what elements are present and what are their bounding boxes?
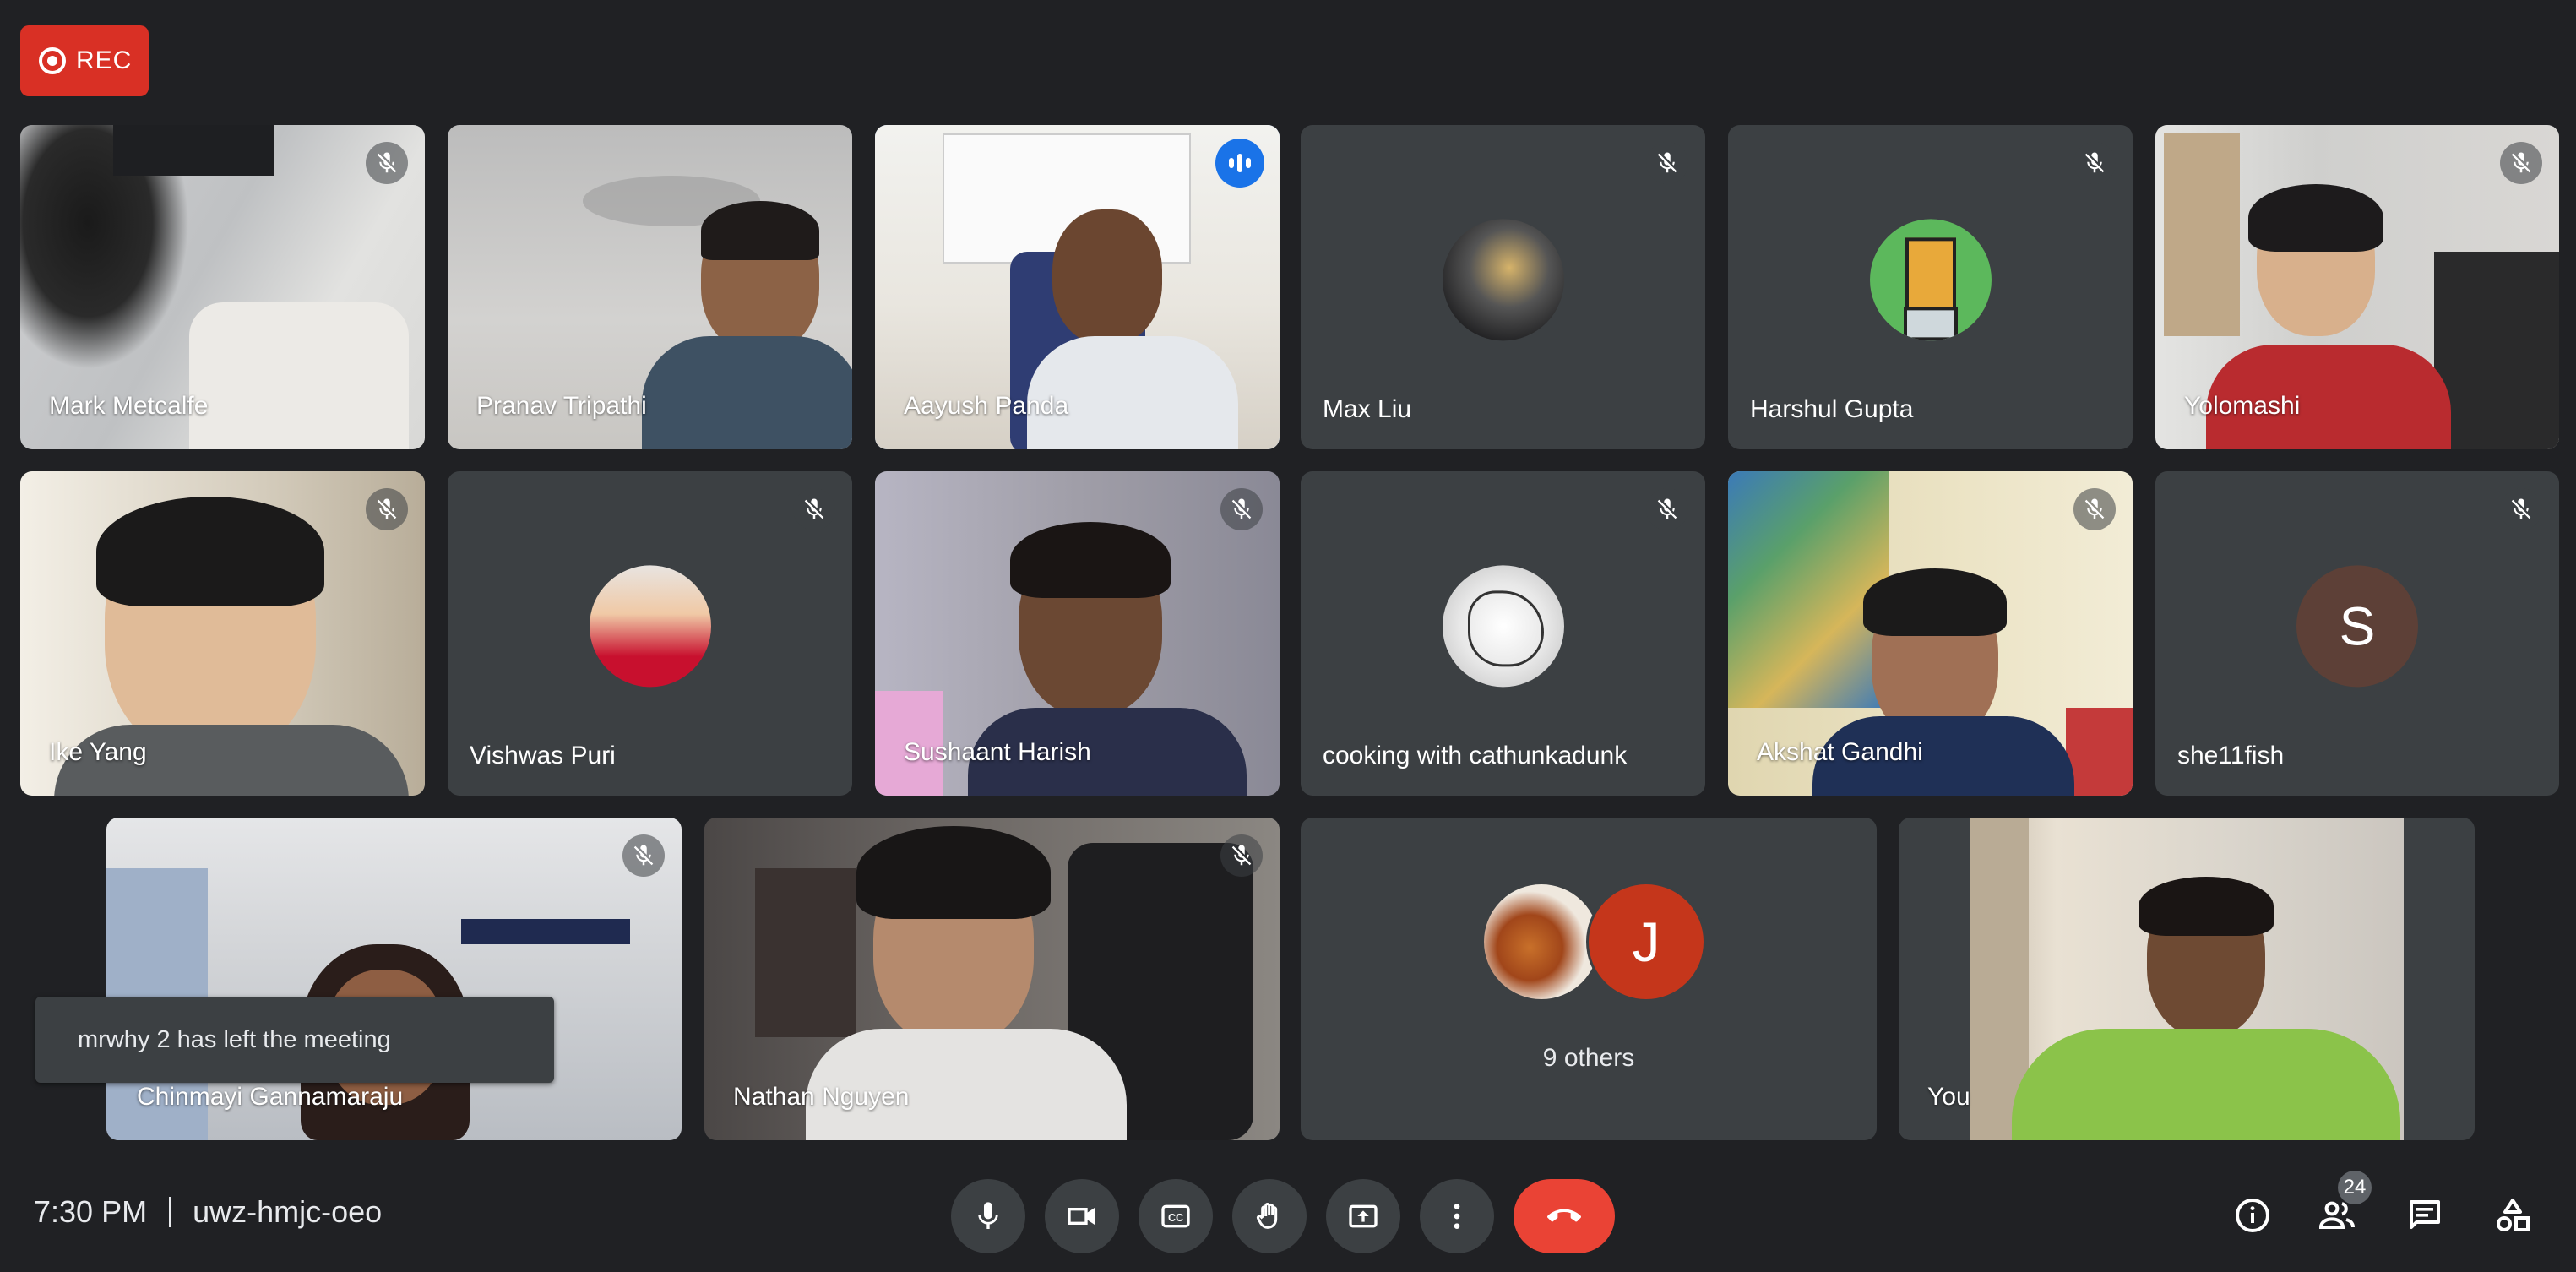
- activities-icon: [2497, 1199, 2530, 1231]
- others-avatar-group: J: [1481, 882, 1709, 1002]
- notification-toast: mrwhy 2 has left the meeting: [35, 997, 554, 1083]
- mic-off-icon: [366, 142, 408, 184]
- chat-icon: [2410, 1200, 2440, 1229]
- camera-icon: [1068, 1208, 1095, 1225]
- participant-count-badge: 24: [2338, 1171, 2372, 1204]
- participant-tile-yolomashi[interactable]: Yolomashi: [2155, 125, 2559, 449]
- participant-name: Pranav Tripathi: [476, 392, 647, 420]
- participant-name: Yolomashi: [2184, 392, 2301, 420]
- avatar: [1442, 565, 1564, 688]
- chat-button[interactable]: [2397, 1188, 2453, 1243]
- participant-name: Vishwas Puri: [470, 742, 616, 769]
- mic-off-icon: [622, 834, 665, 877]
- divider: [169, 1197, 171, 1227]
- participant-name: Sushaant Harish: [904, 738, 1091, 766]
- others-count-label: 9 others: [1542, 1044, 1635, 1072]
- avatar: [1481, 882, 1601, 1002]
- mic-off-icon: [1646, 142, 1688, 184]
- present-screen-icon: [1349, 1204, 1378, 1228]
- present-button[interactable]: [1326, 1179, 1400, 1253]
- participant-name: cooking with cathunkadunk: [1323, 742, 1628, 769]
- participant-tile-nathan-nguyen[interactable]: Nathan Nguyen: [704, 818, 1280, 1140]
- participant-tile-vishwas-puri[interactable]: Vishwas Puri: [448, 471, 852, 796]
- meeting-info: 7:30 PM uwz-hmjc-oeo: [34, 1194, 382, 1230]
- captions-icon: CC: [1161, 1204, 1190, 1228]
- avatar: [589, 565, 711, 688]
- participant-tile-harshul-gupta[interactable]: Harshul Gupta: [1728, 125, 2133, 449]
- mic-off-icon: [1220, 488, 1263, 530]
- hand-icon: [1256, 1203, 1278, 1229]
- record-icon: [39, 47, 66, 74]
- avatar: [1442, 219, 1564, 341]
- participant-tile-she11fish[interactable]: S she11fish: [2155, 471, 2559, 796]
- participant-name: Ike Yang: [49, 738, 147, 766]
- hang-up-icon: [1547, 1209, 1581, 1222]
- participant-name: Harshul Gupta: [1750, 395, 1914, 423]
- participant-tile-aayush-panda[interactable]: Aayush Panda: [875, 125, 1280, 449]
- participant-tile-chinmayi-gannamaraju[interactable]: Chinmayi Gannamaraju: [106, 818, 682, 1140]
- participant-tile-self[interactable]: You: [1899, 818, 2475, 1140]
- meeting-details-button[interactable]: [2225, 1188, 2280, 1243]
- others-tile[interactable]: J 9 others: [1301, 818, 1877, 1140]
- participant-tile-akshat-gandhi[interactable]: Akshat Gandhi: [1728, 471, 2133, 796]
- leave-call-button[interactable]: [1514, 1179, 1615, 1253]
- captions-button[interactable]: CC: [1139, 1179, 1213, 1253]
- mic-off-icon: [1220, 834, 1263, 877]
- participant-name: Akshat Gandhi: [1757, 738, 1923, 766]
- avatar: S: [2296, 565, 2418, 688]
- more-vert-icon: [1454, 1204, 1460, 1229]
- recording-label: REC: [76, 46, 133, 74]
- mic-off-icon: [2500, 488, 2542, 530]
- avatar: J: [1586, 882, 1706, 1002]
- recording-indicator: REC: [20, 25, 149, 96]
- people-button[interactable]: 24: [2309, 1171, 2372, 1243]
- meeting-code: uwz-hmjc-oeo: [193, 1194, 383, 1229]
- participant-name: Aayush Panda: [904, 392, 1069, 420]
- participant-name: You: [1927, 1083, 1970, 1111]
- participant-name: she11fish: [2177, 742, 2285, 769]
- raise-hand-button[interactable]: [1232, 1179, 1307, 1253]
- self-video-feed: [1970, 818, 2404, 1140]
- bottom-control-bar: 7:30 PM uwz-hmjc-oeo CC 24: [0, 1166, 2576, 1272]
- participant-name: Nathan Nguyen: [733, 1083, 910, 1111]
- participant-name: Max Liu: [1323, 395, 1412, 423]
- info-icon: [2236, 1199, 2269, 1232]
- participant-tile-cooking-with-cathunkadunk[interactable]: cooking with cathunkadunk: [1301, 471, 1705, 796]
- avatar: [1869, 219, 1992, 341]
- current-time: 7:30 PM: [34, 1194, 148, 1229]
- mic-off-icon: [2073, 142, 2116, 184]
- participant-tile-mark-metcalfe[interactable]: Mark Metcalfe: [20, 125, 425, 449]
- microphone-icon: [978, 1202, 998, 1229]
- participant-tile-pranav-tripathi[interactable]: Pranav Tripathi: [448, 125, 852, 449]
- mic-off-icon: [2500, 142, 2542, 184]
- activities-button[interactable]: [2485, 1188, 2541, 1243]
- mic-off-icon: [366, 488, 408, 530]
- participant-name: Chinmayi Gannamaraju: [137, 1083, 404, 1111]
- participant-name: Mark Metcalfe: [49, 392, 209, 420]
- mic-off-icon: [1646, 488, 1688, 530]
- more-options-button[interactable]: [1420, 1179, 1494, 1253]
- microphone-button[interactable]: [951, 1179, 1025, 1253]
- svg-text:CC: CC: [1168, 1212, 1183, 1224]
- mic-off-icon: [2073, 488, 2116, 530]
- participant-tile-ike-yang[interactable]: Ike Yang: [20, 471, 425, 796]
- participant-tile-sushaant-harish[interactable]: Sushaant Harish: [875, 471, 1280, 796]
- camera-button[interactable]: [1045, 1179, 1119, 1253]
- participant-tile-max-liu[interactable]: Max Liu: [1301, 125, 1705, 449]
- mic-off-icon: [793, 488, 835, 530]
- speaking-indicator-icon: [1215, 139, 1264, 188]
